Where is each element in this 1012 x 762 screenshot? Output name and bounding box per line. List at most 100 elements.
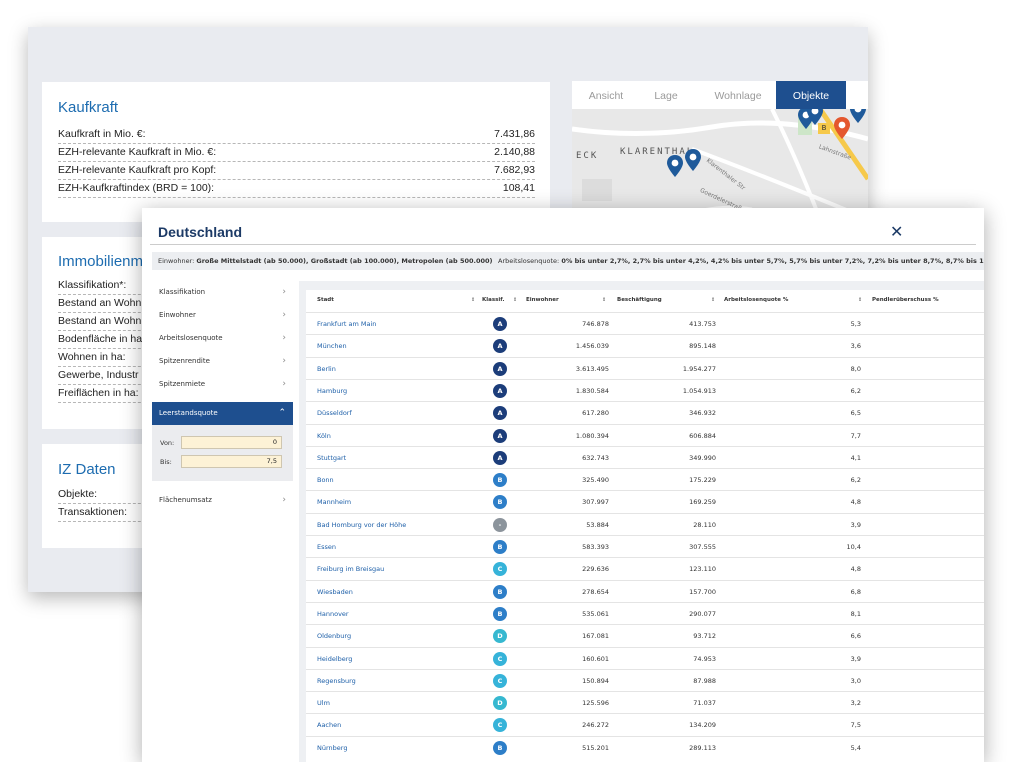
city-link[interactable]: Ulm: [317, 692, 330, 714]
map-pin-icon[interactable]: [850, 109, 866, 123]
city-link[interactable]: Berlin: [317, 358, 336, 380]
sort-icon[interactable]: ⇕: [602, 290, 606, 310]
close-icon[interactable]: ✕: [890, 222, 903, 241]
class-badge: C: [493, 562, 507, 577]
city-link[interactable]: Nürnberg: [317, 737, 347, 759]
sort-icon[interactable]: ⇕: [513, 290, 517, 310]
sidebar-item-spitzenmiete[interactable]: Spitzenmiete ›: [152, 373, 293, 396]
table-row[interactable]: Essen B 583.393 307.555 10,4: [306, 535, 984, 557]
table-row[interactable]: Frankfurt am Main A 746.878 413.753 5,3: [306, 312, 984, 334]
filter-chip-arbeitslosenquote[interactable]: Arbeitslosenquote: 0% bis unter 2,7%, 2,…: [492, 252, 984, 270]
kaufkraft-title: Kaufkraft: [58, 99, 119, 116]
table-row[interactable]: Stuttgart A 632.743 349.990 4,1: [306, 445, 984, 469]
city-link[interactable]: Freiburg im Breisgau: [317, 558, 384, 580]
city-link[interactable]: München: [317, 335, 347, 357]
cities-table: Stadt ⇕ Klassif. ⇕ Einwohner ⇕ Beschäfti…: [306, 290, 984, 762]
einwohner-cell: 1.080.394: [575, 431, 609, 440]
table-row[interactable]: Hamburg A 1.830.584 1.054.913 6,2: [306, 378, 984, 402]
table-row[interactable]: Nürnberg B 515.201 289.113 5,4: [306, 735, 984, 759]
table-row[interactable]: Köln A 1.080.394 606.884 7,7: [306, 423, 984, 447]
class-badge: B: [493, 740, 507, 755]
map-pin-icon[interactable]: [807, 109, 823, 125]
map-tabs: Ansicht Lage Wohnlage Objekte: [572, 81, 868, 109]
class-badge: A: [493, 317, 507, 331]
table-row[interactable]: Hannover B 535.061 290.077 8,1: [306, 601, 984, 625]
city-link[interactable]: Oldenburg: [317, 625, 351, 647]
arbeitslosenquote-cell: 6,2: [850, 386, 861, 395]
column-header-einwohner[interactable]: Einwohner: [526, 290, 559, 310]
table-row[interactable]: Freiburg im Breisgau C 229.636 123.110 4,8: [306, 557, 984, 579]
sidebar-item-leerstandsquote[interactable]: Leerstandsquote ⌃: [152, 402, 293, 425]
arbeitslosenquote-cell: 4,8: [850, 565, 861, 574]
table-row[interactable]: München A 1.456.039 895.148 3,6: [306, 334, 984, 356]
filter-chip-value: Große Mittelstadt (ab 50.000), Großstadt…: [196, 257, 493, 265]
kv-label: Wohnen in ha:: [58, 351, 126, 363]
city-link[interactable]: Hannover: [317, 603, 349, 625]
column-header-arbeitslosenquote[interactable]: Arbeitslosenquote %: [724, 290, 788, 310]
map-pin-icon[interactable]: [667, 155, 683, 177]
einwohner-cell: 229.636: [582, 565, 609, 574]
column-header-klassif[interactable]: Klassif.: [482, 290, 504, 310]
city-link[interactable]: Stuttgart: [317, 447, 346, 469]
city-link[interactable]: Mannheim: [317, 491, 351, 513]
sidebar-item-flaechenumsatz[interactable]: Flächenumsatz ›: [152, 489, 293, 512]
sort-icon[interactable]: ⇕: [471, 290, 475, 310]
table-row[interactable]: Regensburg C 150.894 87.988 3,0: [306, 668, 984, 692]
table-row[interactable]: Heidelberg C 160.601 74.953 3,9: [306, 646, 984, 670]
sidebar-item-label: Leerstandsquote: [159, 409, 218, 417]
city-link[interactable]: Wiesbaden: [317, 581, 353, 603]
arbeitslosenquote-cell: 4,8: [850, 498, 861, 507]
sidebar-item-einwohner[interactable]: Einwohner ›: [152, 304, 293, 327]
city-link[interactable]: Bad Homburg vor der Höhe: [317, 514, 406, 536]
kv-label: Bestand an Wohn: [58, 315, 142, 327]
column-header-stadt[interactable]: Stadt: [317, 290, 334, 310]
kv-label: Klassifikation*:: [58, 279, 127, 291]
city-link[interactable]: Regensburg: [317, 670, 356, 692]
table-row[interactable]: Bonn B 325.490 175.229 6,2: [306, 468, 984, 490]
table-row[interactable]: Berlin A 3.613.495 1.954.277 8,0: [306, 356, 984, 380]
table-row[interactable]: Bad Homburg vor der Höhe - 53.884 28.110 3,9: [306, 512, 984, 536]
city-link[interactable]: Hamburg: [317, 380, 347, 402]
city-link[interactable]: Köln: [317, 425, 331, 447]
arbeitslosenquote-cell: 3,6: [850, 342, 861, 351]
city-link[interactable]: Frankfurt am Main: [317, 313, 376, 335]
kaufkraft-row: Kaufkraft in Mio. €: 7.431,86: [58, 126, 535, 144]
column-header-beschaeftigung[interactable]: Beschäftigung: [617, 290, 662, 310]
sort-icon[interactable]: ⇕: [711, 290, 715, 310]
beschaeftigung-cell: 87.988: [693, 676, 716, 685]
city-link[interactable]: Heidelberg: [317, 648, 352, 670]
tab-lage[interactable]: Lage: [644, 81, 688, 109]
column-header-pendlerueberschuss[interactable]: Pendlerüberschuss %: [872, 290, 939, 310]
tab-wohnlage[interactable]: Wohnlage: [700, 81, 776, 109]
map-pin-orange-icon[interactable]: [834, 117, 850, 139]
filter-chip-einwohner[interactable]: Einwohner: Große Mittelstadt (ab 50.000)…: [152, 252, 506, 270]
city-link[interactable]: Düsseldorf: [317, 402, 352, 424]
beschaeftigung-cell: 413.753: [689, 320, 716, 328]
kv-label: Freiflächen in ha:: [58, 387, 139, 399]
iz-title: IZ Daten: [58, 461, 116, 478]
chevron-right-icon: ›: [282, 333, 286, 343]
sidebar-item-klassifikation[interactable]: Klassifikation ›: [152, 281, 293, 304]
beschaeftigung-cell: 307.555: [689, 543, 716, 551]
table-row[interactable]: Mannheim B 307.997 169.259 4,8: [306, 490, 984, 512]
tab-objekte[interactable]: Objekte: [776, 81, 846, 109]
sort-icon[interactable]: ⇕: [858, 290, 862, 310]
table-row[interactable]: Düsseldorf A 617.280 346.932 6,5: [306, 401, 984, 423]
kv-value: 7.682,93: [494, 164, 535, 176]
beschaeftigung-cell: 157.700: [689, 587, 716, 596]
range-from-input[interactable]: 0: [181, 436, 282, 449]
table-row[interactable]: Ulm D 125.596 71.037 3,2: [306, 691, 984, 713]
beschaeftigung-cell: 93.712: [693, 632, 716, 641]
tab-ansicht[interactable]: Ansicht: [580, 81, 632, 109]
city-link[interactable]: Essen: [317, 536, 336, 558]
sidebar-item-spitzenrendite[interactable]: Spitzenrendite ›: [152, 350, 293, 373]
table-row[interactable]: Aachen C 246.272 134.209 7,5: [306, 713, 984, 735]
map-pin-icon[interactable]: [685, 149, 701, 171]
sidebar-item-arbeitslosenquote[interactable]: Arbeitslosenquote ›: [152, 327, 293, 350]
class-badge: B: [493, 606, 507, 621]
table-row[interactable]: Wiesbaden B 278.654 157.700 6,8: [306, 579, 984, 603]
city-link[interactable]: Bonn: [317, 469, 334, 491]
range-to-input[interactable]: 7,5: [181, 455, 282, 468]
city-link[interactable]: Aachen: [317, 714, 341, 736]
table-row[interactable]: Oldenburg D 167.081 93.712 6,6: [306, 624, 984, 646]
